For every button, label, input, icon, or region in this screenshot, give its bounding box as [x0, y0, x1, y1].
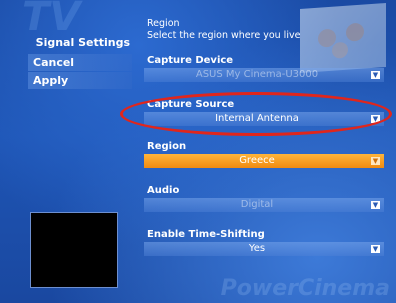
region-value: Greece	[239, 155, 275, 166]
powercinema-watermark: PowerCinema	[220, 276, 390, 301]
region-field: Region Greece ▼	[144, 140, 386, 168]
region-header-title: Region	[147, 18, 180, 29]
chevron-down-icon[interactable]: ▼	[371, 71, 380, 79]
highlight-ellipse	[120, 92, 392, 136]
chevron-down-icon[interactable]: ▼	[371, 201, 380, 209]
time-shifting-value: Yes	[248, 243, 266, 254]
capture-device-label: Capture Device	[147, 55, 234, 66]
capture-device-dropdown[interactable]: ASUS My Cinema-U3000 ▼	[144, 68, 384, 82]
audio-label: Audio	[147, 185, 180, 196]
region-header-description: Select the region where you live	[147, 30, 301, 41]
capture-device-value: ASUS My Cinema-U3000	[195, 69, 319, 80]
audio-field: Audio Digital ▼	[144, 184, 386, 212]
page-title: Signal Settings	[35, 36, 130, 49]
tv-watermark: TV	[22, 0, 81, 40]
time-shifting-dropdown[interactable]: Yes ▼	[144, 242, 384, 256]
tv-preview-window	[30, 212, 118, 288]
time-shifting-field: Enable Time-Shifting Yes ▼	[144, 228, 386, 256]
capture-device-field: Capture Device ASUS My Cinema-U3000 ▼	[144, 54, 386, 82]
region-label: Region	[147, 141, 187, 152]
chevron-down-icon[interactable]: ▼	[371, 245, 380, 253]
chevron-down-icon[interactable]: ▼	[371, 157, 380, 165]
left-panel: Signal Settings Cancel Apply	[28, 36, 132, 90]
time-shifting-label: Enable Time-Shifting	[147, 229, 265, 240]
region-dropdown[interactable]: Greece ▼	[144, 154, 384, 168]
cancel-button[interactable]: Cancel	[28, 54, 132, 71]
audio-dropdown[interactable]: Digital ▼	[144, 198, 384, 212]
apply-button[interactable]: Apply	[28, 72, 132, 89]
settings-panel: Region Select the region where you live …	[144, 18, 386, 256]
audio-value: Digital	[240, 199, 274, 210]
